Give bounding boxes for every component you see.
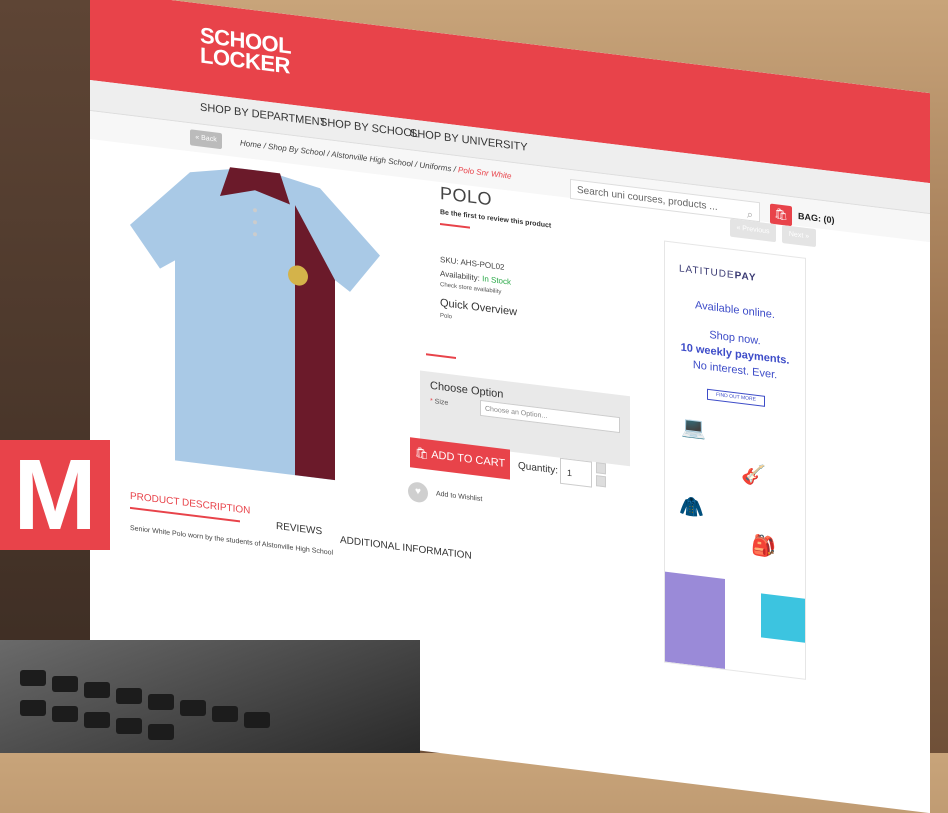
keyboard-key <box>52 676 78 692</box>
availability-value: In Stock <box>482 274 511 287</box>
keyboard-key <box>84 682 110 698</box>
brand-suffix: PAY <box>734 270 757 284</box>
next-button[interactable]: Next » <box>782 224 816 248</box>
keyboard-key <box>20 670 46 686</box>
keyboard-key <box>244 712 270 728</box>
nav-shop-by-university[interactable]: SHOP BY UNIVERSITY <box>410 127 528 153</box>
ad-decor-shape <box>665 571 725 669</box>
latitude-pay-ad[interactable]: LATITUDEPAY Available online. Shop now. … <box>664 240 806 680</box>
tab-additional-information[interactable]: ADDITIONAL INFORMATION <box>340 535 472 562</box>
breadcrumb-current: Polo Snr White <box>458 165 512 181</box>
guitar-doodle-icon: 🎸 <box>741 462 766 488</box>
ad-line-1: Available online. <box>695 299 775 322</box>
quantity-input[interactable]: 1 <box>560 457 592 488</box>
keyboard-key <box>20 700 46 716</box>
keyboard-key <box>148 724 174 740</box>
nav-shop-by-school[interactable]: SHOP BY SCHOOL <box>320 116 418 140</box>
quantity-label: Quantity: <box>518 460 559 477</box>
product-image-polo <box>130 167 380 481</box>
brand-prefix: LATITUDE <box>679 263 735 282</box>
school-locker-logo[interactable]: SCHOOL LOCKER <box>200 23 291 79</box>
keyboard-key <box>180 700 206 716</box>
add-to-cart-label: ADD TO CART <box>431 448 506 470</box>
ad-decor-shape <box>761 593 805 643</box>
keyboard-key <box>116 718 142 734</box>
keyboard-key <box>212 706 238 722</box>
cart-icon: 🛍 <box>414 446 432 461</box>
bag-icon[interactable]: 🛍 <box>770 203 792 227</box>
tab-reviews[interactable]: REVIEWS <box>276 521 322 538</box>
latitude-pay-logo: LATITUDEPAY <box>679 263 757 284</box>
size-label-text: Size <box>432 398 449 407</box>
keyboard-key <box>116 688 142 704</box>
size-select[interactable]: Choose an Option... <box>480 399 620 434</box>
laptop-keyboard <box>0 640 420 753</box>
availability-label: Availability: <box>440 268 483 284</box>
m-brand-logo: M <box>0 440 110 550</box>
quantity-decrement-button[interactable] <box>596 475 606 488</box>
quick-overview-text: Polo <box>440 312 453 321</box>
back-button[interactable]: « Back <box>190 129 222 150</box>
divider <box>426 353 456 359</box>
keyboard-key <box>84 712 110 728</box>
size-select-placeholder: Choose an Option... <box>485 405 548 421</box>
backpack-doodle-icon: 🎒 <box>751 534 776 560</box>
choose-option-title: Choose Option <box>430 379 504 401</box>
add-to-wishlist-link[interactable]: Add to Wishlist <box>436 490 482 503</box>
laptop-doodle-icon: 💻 <box>681 415 706 441</box>
quantity-increment-button[interactable] <box>596 462 606 475</box>
m-logo-letter: M <box>13 439 97 551</box>
polo-body <box>130 168 380 481</box>
find-out-more-button[interactable]: FIND OUT MORE <box>707 388 765 407</box>
size-label: * Size <box>430 398 448 407</box>
jacket-doodle-icon: 🧥 <box>679 495 704 521</box>
keyboard-key <box>52 706 78 722</box>
heart-icon[interactable]: ♥ <box>408 481 428 504</box>
divider <box>440 222 470 229</box>
keyboard-key <box>148 694 174 710</box>
tab-product-description[interactable]: PRODUCT DESCRIPTION <box>130 491 250 517</box>
